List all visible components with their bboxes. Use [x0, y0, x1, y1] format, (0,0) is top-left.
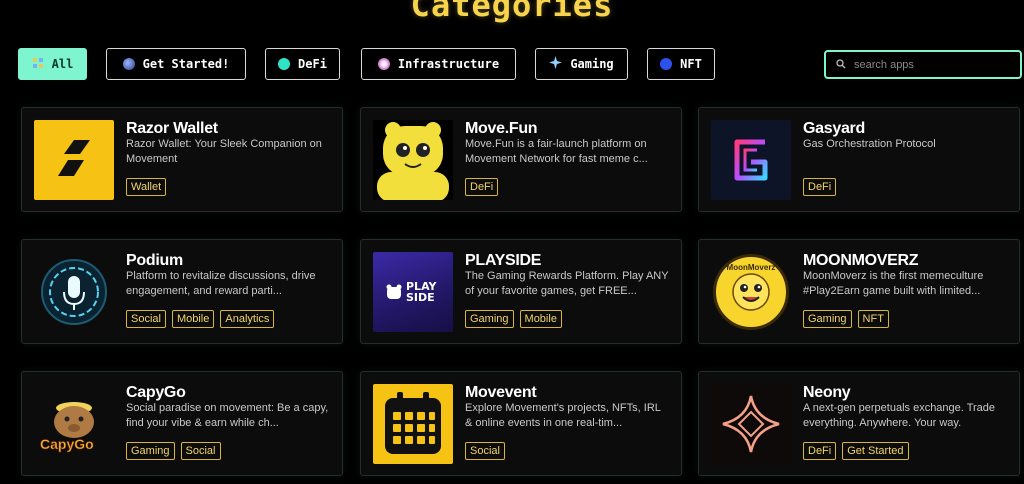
filter-defi[interactable]: DeFi — [265, 48, 340, 80]
filter-gaming-label: Gaming — [570, 57, 614, 71]
razor-logo — [34, 120, 114, 200]
app-card-razor-wallet[interactable]: Razor Wallet Razor Wallet: Your Sleek Co… — [21, 107, 343, 212]
playside-logo-text: PLAY SIDE — [406, 280, 437, 304]
filter-infrastructure[interactable]: Infrastructure — [361, 48, 516, 80]
neony-logo — [711, 384, 791, 464]
app-name: Razor Wallet — [126, 120, 218, 137]
app-card-capygo[interactable]: CapyGo CapyGo Social paradise on movemen… — [21, 371, 343, 476]
app-description: Razor Wallet: Your Sleek Companion on Mo… — [126, 138, 322, 165]
app-description: Move.Fun is a fair-launch platform on Mo… — [465, 138, 648, 165]
moonmoverz-logo: MoonMoverz — [711, 252, 791, 332]
filter-get-started[interactable]: Get Started! — [106, 48, 246, 80]
tag-mobile[interactable]: Mobile — [519, 310, 562, 328]
nft-dot-icon — [660, 58, 673, 70]
filter-infrastructure-label: Infrastructure — [397, 57, 500, 71]
app-name: CapyGo — [126, 384, 186, 401]
app-description: Platform to revitalize discussions, driv… — [126, 270, 316, 297]
app-card-move-fun[interactable]: Move.Fun Move.Fun is a fair-launch platf… — [360, 107, 682, 212]
tag-analytics[interactable]: Analytics — [220, 310, 275, 328]
filter-all[interactable]: All — [18, 48, 87, 80]
search-box[interactable] — [824, 50, 1022, 79]
tag-mobile[interactable]: Mobile — [171, 310, 215, 328]
app-name: Gasyard — [803, 120, 865, 137]
filter-nft-label: NFT — [680, 57, 702, 71]
tag-gaming[interactable]: Gaming — [465, 310, 514, 328]
app-name: Podium — [126, 252, 183, 269]
search-icon — [836, 56, 846, 74]
app-card-neony[interactable]: Neony A next-gen perpetuals exchange. Tr… — [698, 371, 1020, 476]
tag-gaming[interactable]: Gaming — [126, 442, 175, 460]
playside-logo: PLAY SIDE — [373, 252, 453, 332]
podium-logo — [34, 252, 114, 332]
app-card-moonmoverz[interactable]: MoonMoverz MOONMOVERZ MoonMoverz is the … — [698, 239, 1020, 344]
search-input[interactable] — [854, 58, 1014, 71]
movevent-logo — [373, 384, 453, 464]
moon-face-icon — [732, 273, 770, 311]
capygo-logo: CapyGo — [34, 384, 114, 464]
all-icon — [32, 57, 44, 72]
tag-wallet[interactable]: Wallet — [126, 178, 167, 196]
app-card-movevent[interactable]: Movevent Explore Movement's projects, NF… — [360, 371, 682, 476]
app-name: PLAYSIDE — [465, 252, 542, 269]
app-name: Neony — [803, 384, 851, 401]
capygo-logo-text: CapyGo — [40, 436, 94, 453]
tag-social[interactable]: Social — [180, 442, 221, 460]
filter-defi-label: DeFi — [298, 57, 327, 71]
tag-get-started[interactable]: Get Started — [842, 442, 909, 460]
filter-gaming[interactable]: Gaming — [535, 48, 628, 80]
app-name: Move.Fun — [465, 120, 538, 137]
app-description: Explore Movement's projects, NFTs, IRL &… — [465, 402, 661, 429]
tag-social[interactable]: Social — [465, 442, 505, 460]
capybara-icon — [54, 402, 94, 438]
tag-defi[interactable]: DeFi — [803, 442, 837, 460]
app-description: A next-gen perpetuals exchange. Trade ev… — [803, 402, 996, 429]
gasyard-logo — [711, 120, 791, 200]
app-description: MoonMoverz is the first memeculture #Pla… — [803, 270, 984, 297]
filter-nft[interactable]: NFT — [647, 48, 715, 80]
tag-social[interactable]: Social — [126, 310, 166, 328]
app-description: The Gaming Rewards Platform. Play ANY of… — [465, 270, 669, 297]
defi-dot-icon — [278, 58, 291, 70]
tag-nft[interactable]: NFT — [857, 310, 889, 328]
app-card-podium[interactable]: Podium Platform to revitalize discussion… — [21, 239, 343, 344]
tag-defi[interactable]: DeFi — [803, 178, 837, 196]
app-name: MOONMOVERZ — [803, 252, 919, 269]
filter-all-label: All — [51, 57, 74, 71]
moonmoverz-logo-text: MoonMoverz — [726, 263, 776, 272]
globe-icon — [122, 58, 135, 70]
bear-icon — [386, 284, 402, 299]
app-description: Gas Orchestration Protocol — [803, 138, 936, 150]
app-description: Social paradise on movement: Be a capy, … — [126, 402, 329, 429]
move-fun-logo — [373, 120, 453, 200]
app-name: Movevent — [465, 384, 537, 401]
page-title: Categories — [410, 0, 614, 24]
filter-get-started-label: Get Started! — [142, 57, 230, 71]
tag-gaming[interactable]: Gaming — [803, 310, 852, 328]
infrastructure-icon — [377, 58, 390, 70]
app-card-playside[interactable]: PLAY SIDE PLAYSIDE The Gaming Rewards Pl… — [360, 239, 682, 344]
gaming-icon — [549, 56, 563, 72]
app-card-gasyard[interactable]: Gasyard Gas Orchestration Protocol DeFi — [698, 107, 1020, 212]
tag-defi[interactable]: DeFi — [465, 178, 499, 196]
